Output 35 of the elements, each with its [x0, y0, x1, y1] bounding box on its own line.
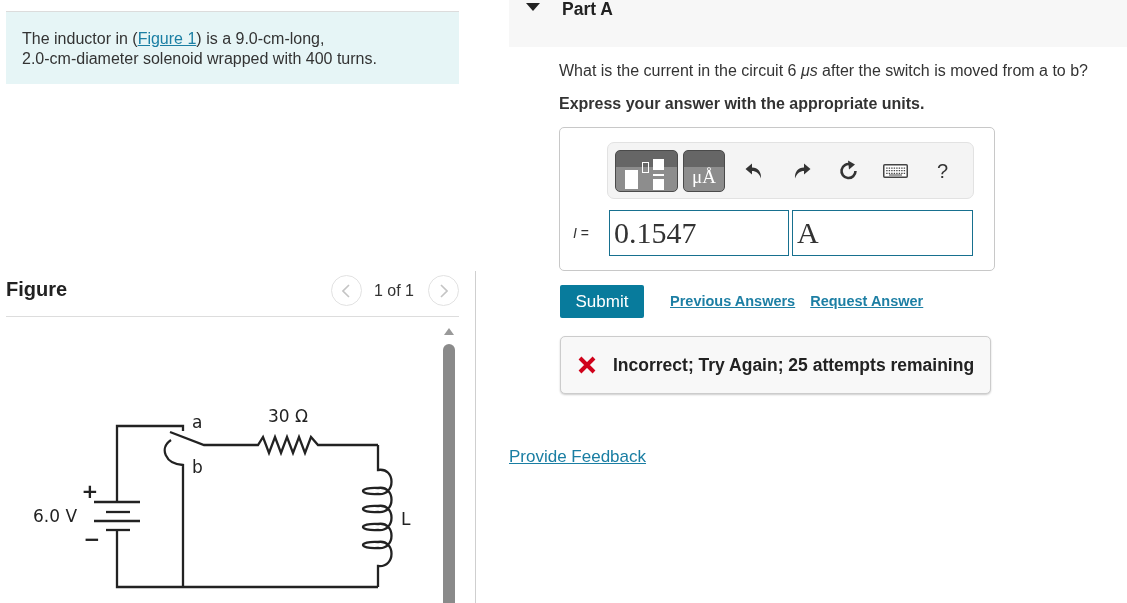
instruction-text: Express your answer with the appropriate units. [559, 94, 926, 114]
part-title: Part A [562, 0, 613, 19]
page-counter: 1 of 1 [373, 280, 414, 301]
answer-units-field[interactable]: A [792, 210, 973, 256]
scroll-up-arrow-icon[interactable] [444, 328, 454, 335]
feedback-link[interactable]: Provide Feedback [509, 447, 647, 467]
problem-text: The inductor in (Figure 1) is a 9.0-cm-long, 2.0-cm-diameter solenoid wrapped with 400 turns. [22, 29, 378, 69]
undo-icon[interactable] [745, 162, 763, 179]
units-button[interactable]: μÅ [683, 149, 725, 192]
answer-link[interactable]: Request Answer [810, 290, 924, 313]
feedback-message: Incorrect; Try Again; 25 attempts remaining [613, 353, 975, 377]
scrollbar-thumb[interactable] [443, 344, 455, 603]
keyboard-icon[interactable] [883, 163, 908, 178]
template-button[interactable] [615, 149, 678, 192]
submit-button[interactable]: Submit [560, 285, 644, 318]
circuit-label: a [192, 412, 203, 432]
answer-link[interactable]: Previous Answers [670, 290, 796, 313]
variable-label: I = [573, 223, 590, 243]
circuit-label: 6.0 V [32, 506, 78, 526]
chevron-right-icon [439, 283, 448, 298]
circuit-label: b [192, 457, 203, 477]
circuit-label: 30 Ω [268, 406, 308, 426]
redo-icon[interactable] [793, 162, 811, 179]
cross-icon [578, 356, 596, 374]
figure-heading: Figure [6, 277, 68, 300]
circuit-label: L [401, 509, 411, 529]
answer-value-field[interactable]: 0.1547 [609, 210, 789, 256]
reset-icon[interactable] [838, 160, 859, 181]
chevron-left-icon [342, 283, 351, 298]
part-header[interactable]: Part A [509, 0, 1127, 47]
question-text: What is the current in the circuit 6 μs after the switch is moved from a to b? [559, 61, 1089, 81]
expand-triangle-icon[interactable] [526, 3, 540, 11]
help-button[interactable]: ? [937, 159, 949, 182]
circuit-label: + [81, 479, 99, 503]
circuit-label: − [83, 527, 101, 551]
